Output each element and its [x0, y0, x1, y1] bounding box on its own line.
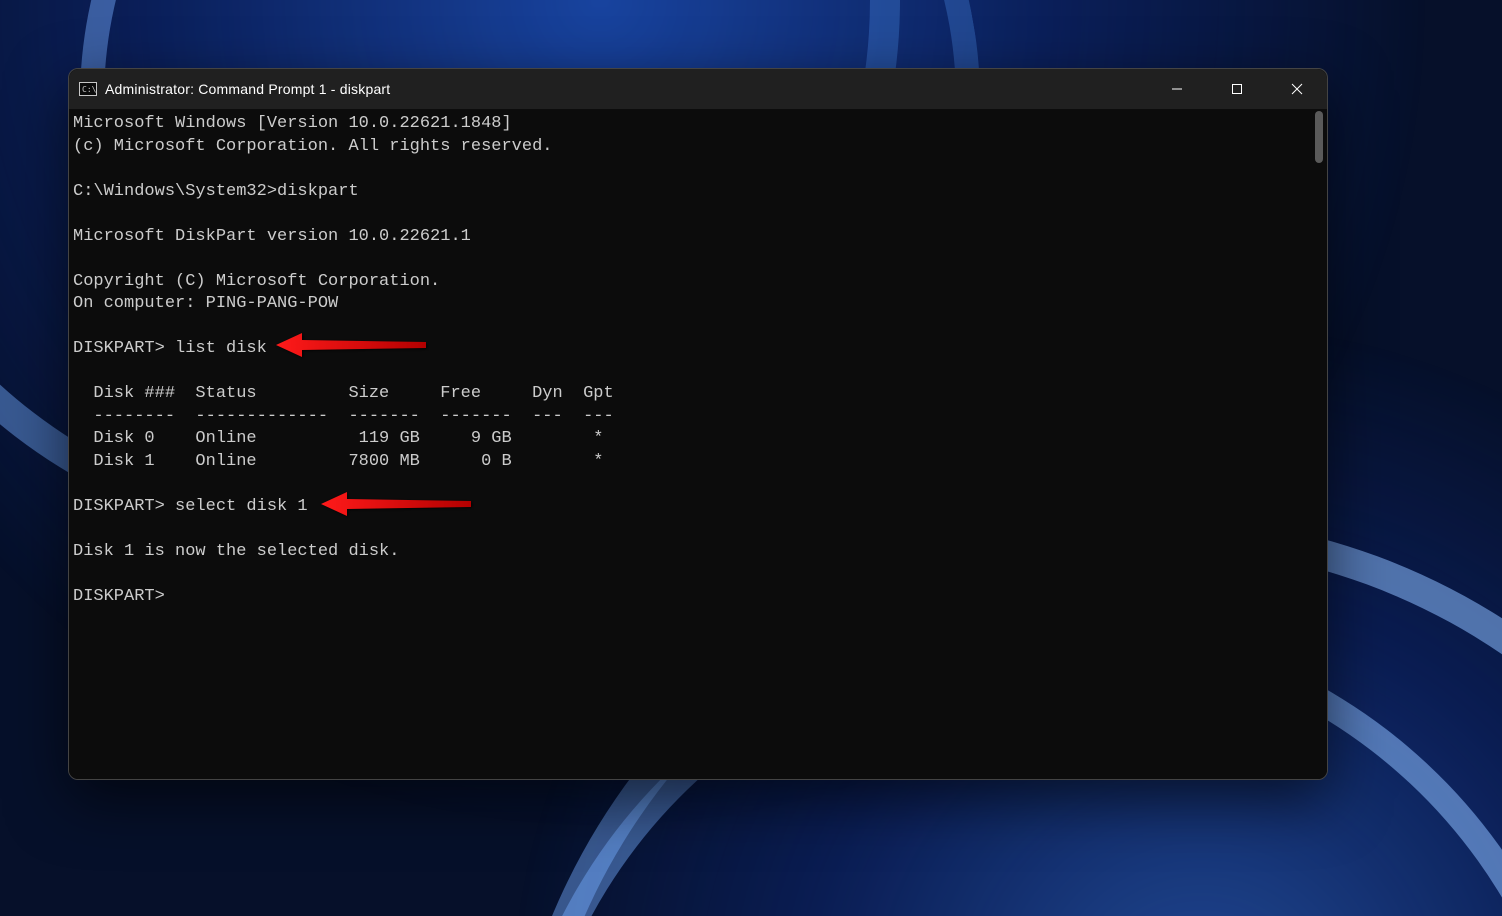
minimize-button[interactable]: [1147, 69, 1207, 109]
terminal-line: C:\Windows\System32>diskpart: [73, 182, 359, 201]
scrollbar-thumb[interactable]: [1315, 111, 1323, 163]
terminal-command: DISKPART> list disk: [73, 339, 267, 358]
terminal-line: Copyright (C) Microsoft Corporation.: [73, 272, 440, 291]
disk-table-row: Disk 1 Online 7800 MB 0 B *: [73, 452, 604, 471]
terminal-prompt: DISKPART>: [73, 587, 165, 606]
disk-table-rule: -------- ------------- ------- ------- -…: [73, 407, 614, 426]
window-title: Administrator: Command Prompt 1 - diskpa…: [105, 81, 390, 97]
scrollbar[interactable]: [1314, 111, 1324, 769]
maximize-button[interactable]: [1207, 69, 1267, 109]
terminal-content[interactable]: Microsoft Windows [Version 10.0.22621.18…: [69, 109, 1327, 779]
disk-table-header: Disk ### Status Size Free Dyn Gpt: [73, 384, 614, 403]
titlebar[interactable]: C:\ Administrator: Command Prompt 1 - di…: [69, 69, 1327, 109]
svg-text:C:\: C:\: [82, 85, 97, 94]
disk-table-row: Disk 0 Online 119 GB 9 GB *: [73, 429, 604, 448]
terminal-result: Disk 1 is now the selected disk.: [73, 542, 399, 561]
close-button[interactable]: [1267, 69, 1327, 109]
terminal-command: DISKPART> select disk 1: [73, 497, 308, 516]
command-prompt-window: C:\ Administrator: Command Prompt 1 - di…: [68, 68, 1328, 780]
terminal-line: Microsoft Windows [Version 10.0.22621.18…: [73, 114, 512, 133]
terminal-line: On computer: PING-PANG-POW: [73, 294, 338, 313]
command-prompt-icon: C:\: [79, 82, 97, 96]
terminal-line: Microsoft DiskPart version 10.0.22621.1: [73, 227, 471, 246]
terminal-line: (c) Microsoft Corporation. All rights re…: [73, 137, 552, 156]
